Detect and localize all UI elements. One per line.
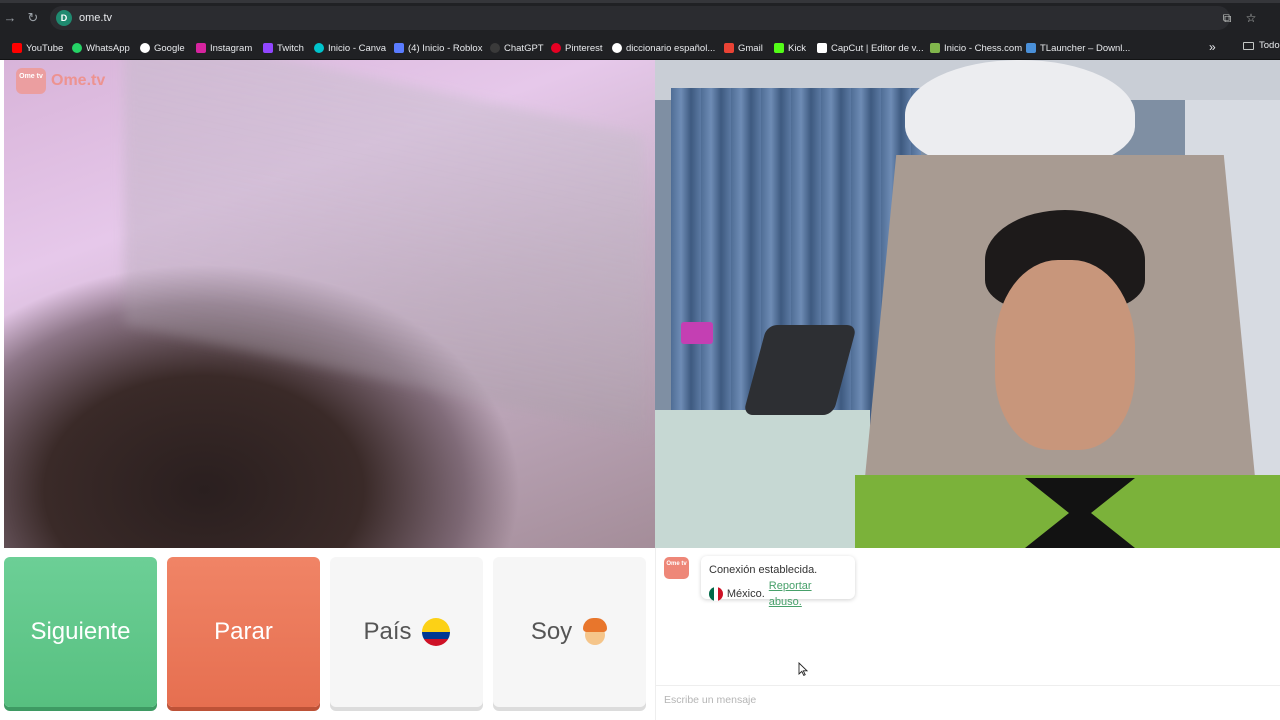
bookmark-diccionario[interactable]: diccionario español...: [612, 40, 715, 56]
report-abuse-link[interactable]: Reportar abuso.: [769, 578, 847, 610]
gender-filter-button[interactable]: Soy: [493, 557, 646, 707]
video-face: [995, 260, 1135, 450]
bookmark-label: Inicio - Chess.com: [944, 42, 1023, 54]
self-video-feed: [4, 60, 655, 548]
browser-toolbar: → ↻ D ome.tv ⧉ ☆: [0, 0, 1280, 36]
url-text[interactable]: ome.tv: [79, 11, 112, 25]
capcut-icon: [817, 43, 827, 53]
bookmark-canva[interactable]: Inicio - Canva: [314, 40, 386, 56]
bookmark-label: YouTube: [26, 42, 64, 54]
bookmark-capcut[interactable]: CapCut | Editor de v...: [817, 40, 924, 56]
tlauncher-icon: [1026, 43, 1036, 53]
bookmark-kick[interactable]: Kick: [774, 40, 806, 56]
mouse-cursor-icon: [798, 662, 808, 676]
stop-button[interactable]: Parar: [167, 557, 320, 707]
bookmark-label: Twitch: [277, 42, 304, 54]
system-message: Conexión establecida. México. Reportar a…: [701, 556, 855, 608]
twitch-icon: [263, 43, 273, 53]
bookmark-whatsapp[interactable]: WhatsApp: [72, 40, 130, 56]
next-button-label: Siguiente: [30, 618, 131, 645]
ome-tv-chat-icon: Ome tv: [664, 557, 689, 579]
chatgpt-icon: [490, 43, 500, 53]
bookmark-label: Gmail: [738, 42, 763, 54]
site-info-icon[interactable]: D: [56, 10, 72, 26]
google-icon: [612, 43, 622, 53]
forward-icon[interactable]: →: [2, 10, 18, 26]
bookmark-gmail[interactable]: Gmail: [724, 40, 763, 56]
chat-divider: [656, 685, 1280, 686]
bookmark-label: Google: [154, 42, 185, 54]
bookmark-label: ChatGPT: [504, 42, 544, 54]
chat-panel: Ome tv Conexión establecida. México. Rep…: [655, 548, 1280, 720]
tv-icon: Ome tv: [16, 68, 46, 94]
gender-button-label: Soy: [530, 618, 573, 645]
stop-button-label: Parar: [214, 618, 273, 645]
video-pink-object: [681, 322, 713, 344]
bookmark-instagram[interactable]: Instagram: [196, 40, 252, 56]
reload-icon[interactable]: ↻: [25, 10, 41, 26]
video-background: [124, 60, 644, 436]
instagram-icon: [196, 43, 206, 53]
video-costume-top: [905, 60, 1135, 170]
google-icon: [140, 43, 150, 53]
bookmark-label: WhatsApp: [86, 42, 130, 54]
pinterest-icon: [551, 43, 561, 53]
bookmark-pinterest[interactable]: Pinterest: [551, 40, 603, 56]
bookmark-star-icon[interactable]: ☆: [1243, 10, 1259, 26]
bookmark-twitch[interactable]: Twitch: [263, 40, 304, 56]
partner-country-text: México.: [726, 588, 765, 600]
bookmark-label: TLauncher – Downl...: [1040, 42, 1131, 54]
bookmark-roblox[interactable]: (4) Inicio - Roblox: [394, 40, 482, 56]
bookmark-label: Instagram: [210, 42, 253, 54]
bookmark-chess[interactable]: Inicio - Chess.com: [930, 40, 1022, 56]
youtube-icon: [12, 43, 22, 53]
chat-message-input[interactable]: [664, 691, 1264, 709]
bookmark-google[interactable]: Google: [140, 40, 185, 56]
gmail-icon: [724, 43, 734, 53]
bookmark-chatgpt[interactable]: ChatGPT: [490, 40, 544, 56]
bookmark-label: (4) Inicio - Roblox: [408, 42, 483, 54]
country-button-label: País: [363, 618, 412, 645]
boy-icon: [582, 618, 608, 646]
bookmarks-folder[interactable]: Todo: [1243, 40, 1280, 51]
address-bar[interactable]: [50, 6, 1230, 30]
kick-icon: [774, 43, 784, 53]
connection-status-text: Conexión establecida.: [709, 564, 818, 576]
bookmark-tlauncher[interactable]: TLauncher – Downl...: [1026, 40, 1130, 56]
tab-strip-edge: [0, 0, 1280, 3]
folder-label: Todo: [1259, 40, 1280, 51]
bookmarks-overflow-chevron-icon[interactable]: »: [1209, 40, 1216, 54]
bookmark-label: CapCut | Editor de v...: [831, 42, 924, 54]
partner-video-feed: [655, 60, 1280, 548]
bookmark-label: Kick: [788, 42, 806, 54]
country-filter-button[interactable]: País: [330, 557, 483, 707]
roblox-icon: [394, 43, 404, 53]
colombia-flag-icon: [421, 618, 450, 646]
bookmark-youtube[interactable]: YouTube: [12, 40, 63, 56]
install-app-icon[interactable]: ⧉: [1219, 10, 1235, 26]
bookmark-label: Pinterest: [565, 42, 603, 54]
next-button[interactable]: Siguiente: [4, 557, 157, 707]
whatsapp-icon: [72, 43, 82, 53]
ome-tv-logo[interactable]: Ome tv Ome.tv: [16, 68, 105, 94]
video-bed: [655, 410, 870, 548]
canva-icon: [314, 43, 324, 53]
bookmarks-bar: YouTube WhatsApp Google Instagram Twitch…: [0, 36, 1280, 60]
logo-text: Ome.tv: [51, 72, 106, 89]
bookmark-label: diccionario español...: [626, 42, 716, 54]
folder-icon: [1243, 41, 1254, 50]
mexico-flag-icon: [709, 587, 723, 601]
chess-pawn-icon: [930, 43, 940, 53]
bookmark-label: Inicio - Canva: [328, 42, 387, 54]
